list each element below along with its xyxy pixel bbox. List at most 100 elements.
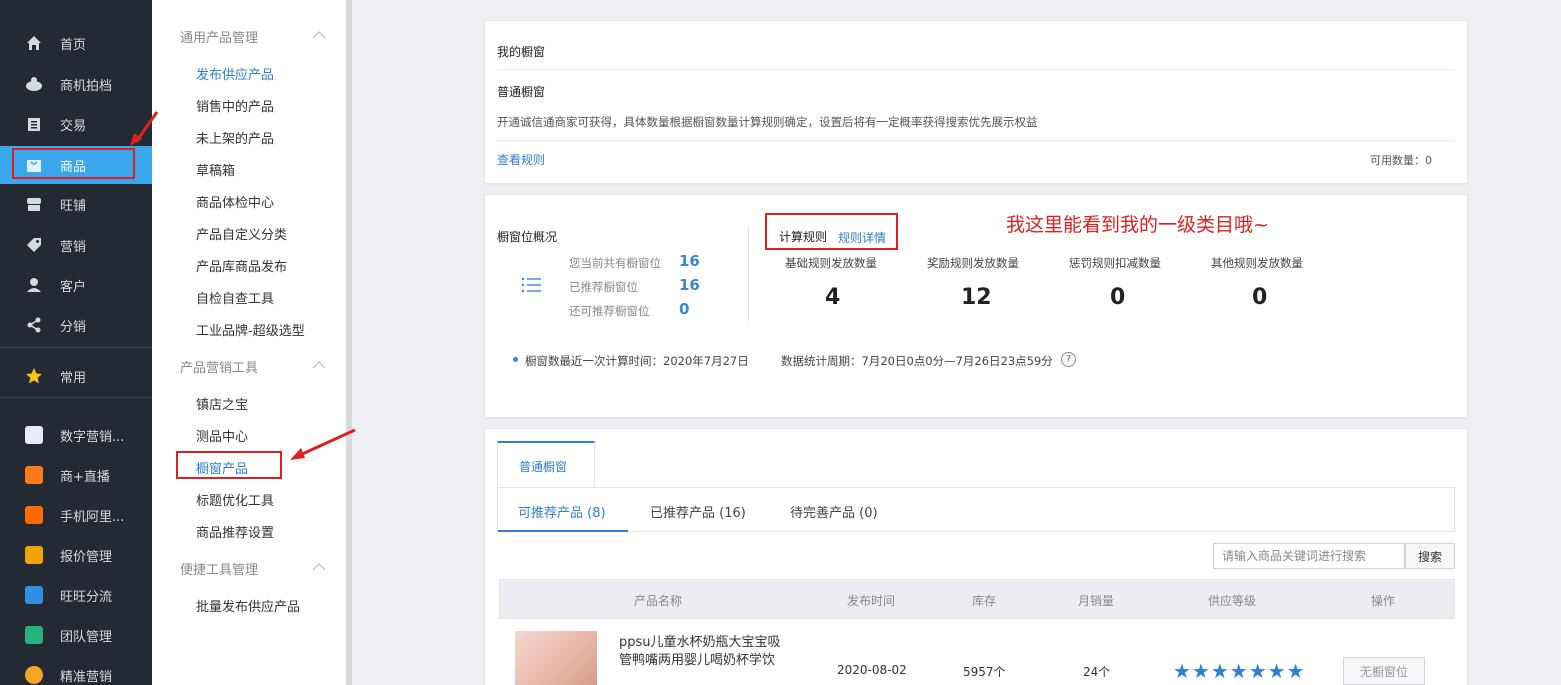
subnav-item[interactable]: 未上架的产品 — [196, 128, 274, 147]
tag-icon — [24, 235, 44, 255]
nav-label: 客户 — [60, 279, 87, 295]
subnav-item[interactable]: 商品体检中心 — [196, 192, 274, 211]
subnav-item[interactable]: 自检自查工具 — [196, 288, 274, 307]
nav-label: 旺旺分流 — [60, 589, 113, 605]
subtab-recommended[interactable]: 已推荐产品 (16) — [650, 502, 746, 521]
metric-label: 惩罚规则扣减数量 — [1069, 256, 1161, 270]
subnav-item[interactable]: 工业品牌-超级选型 — [196, 320, 305, 339]
stat-value: 16 — [679, 276, 700, 294]
col-header: 供应等级 — [1208, 594, 1257, 608]
sub-nav: 通用产品管理 发布供应产品 销售中的产品 未上架的产品 草稿箱 商品体检中心 产… — [152, 0, 346, 685]
subnav-item[interactable]: 标题优化工具 — [196, 490, 274, 509]
subnav-item[interactable]: 草稿箱 — [196, 160, 235, 179]
user-icon — [24, 275, 44, 295]
nav-label: 精准营销 — [60, 669, 113, 685]
share-icon — [24, 315, 44, 335]
window-desc: 开通诚信通商家可获得，具体数量根据橱窗数量计算规则确定，设置后将有一定概率获得搜… — [497, 115, 1038, 129]
nav-item-trade[interactable]: 交易 — [0, 105, 152, 143]
product-thumbnail[interactable] — [515, 631, 597, 685]
group-title-general: 通用产品管理 — [180, 31, 259, 46]
target-icon — [24, 665, 44, 685]
metric-label: 基础规则发放数量 — [785, 256, 877, 270]
col-header: 月销量 — [1078, 594, 1115, 608]
nav-item-partner[interactable]: 商机拍档 — [0, 65, 152, 103]
nav-label: 手机阿里... — [60, 509, 125, 525]
tab-normal-window[interactable]: 普通橱窗 — [497, 441, 595, 487]
nav-item-marketing[interactable]: 营销 — [0, 226, 152, 264]
store-icon — [24, 194, 44, 214]
subnav-item[interactable]: 产品库商品发布 — [196, 256, 287, 275]
vertical-divider — [748, 227, 749, 321]
team-icon — [24, 625, 44, 645]
nav-app-digital-marketing[interactable]: 数字营销... — [0, 416, 152, 454]
nav-item-common[interactable]: 常用 — [0, 357, 152, 395]
group-title-tools: 便捷工具管理 — [180, 563, 259, 578]
stat-period: 数据统计周期：7月20日0点0分—7月26日23点59分 — [781, 354, 1053, 368]
product-name-line[interactable]: ppsu儿童水杯奶瓶大宝宝吸 — [619, 631, 781, 650]
view-rules-link[interactable]: 查看规则 — [497, 151, 545, 168]
divider — [497, 69, 1455, 70]
chevron-up-icon[interactable] — [312, 358, 326, 372]
home-icon — [24, 33, 44, 53]
wangwang-icon — [24, 585, 44, 605]
chevron-up-icon[interactable] — [312, 560, 326, 574]
divider — [497, 140, 1455, 141]
nav-label: 首页 — [60, 37, 87, 53]
product-search-input[interactable] — [1213, 543, 1405, 569]
stat-value: 0 — [679, 300, 690, 318]
nav-label: 常用 — [60, 370, 87, 386]
nav-app-quote[interactable]: 报价管理 — [0, 536, 152, 574]
quote-icon — [24, 545, 44, 565]
subnav-item[interactable]: 商品推荐设置 — [196, 522, 274, 541]
nav-app-live[interactable]: 商+直播 — [0, 456, 152, 494]
chevron-up-icon[interactable] — [312, 28, 326, 42]
nav-label: 商+直播 — [60, 469, 110, 485]
nav-item-shop[interactable]: 旺铺 — [0, 185, 152, 223]
nav-label: 旺铺 — [60, 198, 87, 214]
subnav-item[interactable]: 发布供应产品 — [196, 64, 274, 83]
nav-item-home[interactable]: 首页 — [0, 24, 152, 62]
subtab-incomplete[interactable]: 待完善产品 (0) — [790, 502, 878, 521]
product-subtabs: 可推荐产品 (8) 已推荐产品 (16) 待完善产品 (0) — [497, 487, 1455, 532]
nav-label: 商机拍档 — [60, 78, 113, 94]
live-icon — [24, 465, 44, 485]
bullet-dot — [513, 357, 518, 362]
butterfly-icon — [24, 425, 44, 445]
stat-label: 已推荐橱窗位 — [569, 280, 638, 294]
stat-value: 16 — [679, 252, 700, 270]
window-overview-card: 橱窗位概况 您当前共有橱窗位 16 已推荐橱窗位 16 还可推荐橱窗位 0 计算… — [484, 194, 1468, 418]
metric-label: 奖励规则发放数量 — [927, 256, 1019, 270]
nav-app-wangwang[interactable]: 旺旺分流 — [0, 576, 152, 614]
product-name-line[interactable]: 管鸭嘴两用婴儿喝奶杯学饮 — [619, 649, 775, 668]
products-card: 普通橱窗 可推荐产品 (8) 已推荐产品 (16) 待完善产品 (0) 搜索 产… — [484, 428, 1468, 685]
subtab-recommendable[interactable]: 可推荐产品 (8) — [518, 502, 606, 521]
subnav-item[interactable]: 产品自定义分类 — [196, 224, 287, 243]
subnav-item[interactable]: 批量发布供应产品 — [196, 596, 300, 615]
nav-app-mobile[interactable]: 手机阿里... — [0, 496, 152, 534]
sidebar-scrollbar[interactable] — [346, 0, 352, 685]
metric-label: 其他规则发放数量 — [1211, 256, 1303, 270]
col-header: 操作 — [1371, 594, 1396, 608]
annotation-box-window-products — [176, 451, 282, 479]
group-title-marketing: 产品营销工具 — [180, 361, 259, 376]
nav-item-distribution[interactable]: 分销 — [0, 306, 152, 344]
nav-label: 团队管理 — [60, 629, 113, 645]
nav-label: 数字营销... — [60, 429, 125, 445]
my-window-card: 我的橱窗 普通橱窗 开通诚信通商家可获得，具体数量根据橱窗数量计算规则确定，设置… — [484, 20, 1468, 184]
window-type: 普通橱窗 — [497, 85, 546, 99]
no-window-button[interactable]: 无橱窗位 — [1343, 657, 1425, 685]
subnav-item[interactable]: 测品中心 — [196, 426, 248, 445]
subnav-item[interactable]: 镇店之宝 — [196, 394, 248, 413]
nav-app-precise[interactable]: 精准营销 — [0, 656, 152, 685]
help-icon[interactable]: ? — [1061, 352, 1076, 367]
nav-label: 营销 — [60, 239, 87, 255]
nav-divider — [0, 397, 152, 398]
subnav-item[interactable]: 销售中的产品 — [196, 96, 274, 115]
stat-label: 还可推荐橱窗位 — [569, 304, 650, 318]
star-icon — [24, 366, 44, 386]
list-icon — [521, 277, 541, 293]
search-button[interactable]: 搜索 — [1405, 543, 1455, 569]
stock: 5957个 — [963, 665, 1006, 679]
nav-item-customer[interactable]: 客户 — [0, 266, 152, 304]
nav-app-team[interactable]: 团队管理 — [0, 616, 152, 654]
